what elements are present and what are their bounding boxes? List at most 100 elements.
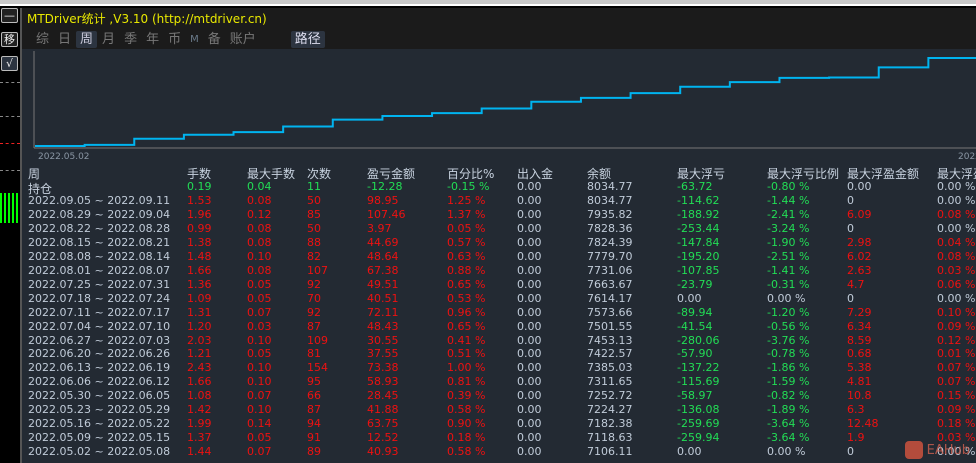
period-tabs: 综日周月季年币 M 备账户 路径	[32, 31, 326, 48]
cell-col-0: 2022.06.20 ~ 2022.06.26	[28, 347, 171, 361]
cell-col-6: 0.00	[517, 221, 542, 235]
cell-col-5: -0.15 %	[447, 180, 490, 193]
cell-col-3: 50	[307, 194, 321, 207]
cell-col-1: 1.21	[187, 347, 212, 361]
tab-9[interactable]: 账户	[226, 31, 260, 48]
cell-col-7: 7614.17	[587, 291, 633, 305]
cell-col-8: -63.72	[677, 180, 713, 193]
cell-col-8: -259.69	[677, 417, 720, 431]
cell-col-2: 0.03	[247, 319, 272, 333]
cell-col-3: 82	[307, 249, 321, 263]
minimize-button[interactable]: —	[1, 8, 18, 23]
cell-col-0: 2022.08.29 ~ 2022.09.04	[28, 207, 171, 221]
cell-col-3: 92	[307, 277, 321, 291]
cell-col-6: 0.00	[517, 319, 542, 333]
tab-path[interactable]: 路径	[290, 31, 325, 48]
cell-col-10: 6.09	[847, 207, 872, 221]
cell-col-1: 1.42	[187, 403, 212, 417]
equity-line	[35, 57, 976, 147]
cell-col-1: 0.99	[187, 221, 212, 235]
tab-5[interactable]: 年	[142, 31, 163, 48]
cell-col-4: 67.38	[367, 263, 399, 277]
cell-col-1: 1.99	[187, 417, 212, 431]
cell-col-10: 6.02	[847, 249, 872, 263]
cell-col-1: 1.66	[187, 375, 212, 389]
cell-col-10: 7.29	[847, 305, 872, 319]
cell-col-5: 0.58 %	[447, 445, 486, 459]
cell-col-5: 0.96 %	[447, 305, 486, 319]
cell-col-0: 2022.08.01 ~ 2022.08.07	[28, 263, 171, 277]
tab-3[interactable]: 月	[98, 31, 119, 48]
cell-col-1: 1.09	[187, 291, 212, 305]
background-candles	[0, 193, 18, 223]
cell-col-5: 1.00 %	[447, 361, 486, 375]
content-panel: 2022.05.022022 周手数最大手数次数盈亏金额百分比%出入金余额最大浮…	[22, 49, 976, 463]
cell-col-7: 8034.77	[587, 180, 633, 193]
watermark-text: EAHub	[926, 442, 970, 458]
cell-col-0: 2022.06.27 ~ 2022.07.03	[28, 333, 171, 347]
cell-col-6: 0.00	[517, 235, 542, 249]
tab-0[interactable]: 综	[32, 31, 53, 48]
tab-1[interactable]: 日	[54, 31, 75, 48]
cell-col-6: 0.00	[517, 277, 542, 291]
cell-col-9: -1.86 %	[767, 361, 810, 375]
cell-col-10: 1.9	[847, 431, 865, 445]
cell-col-7: 7118.63	[587, 431, 633, 445]
tab-6[interactable]: 币	[164, 31, 185, 48]
cell-col-7: 7501.55	[587, 319, 633, 333]
cell-col-2: 0.12	[247, 207, 272, 221]
cell-col-11: 0.15 %	[937, 389, 976, 403]
cell-col-4: -12.28	[367, 180, 403, 193]
cell-col-5: 0.18 %	[447, 431, 486, 445]
cell-col-5: 1.37 %	[447, 207, 486, 221]
cell-col-3: 70	[307, 291, 321, 305]
cell-col-4: 48.43	[367, 319, 399, 333]
cell-col-1: 1.44	[187, 445, 212, 459]
cell-col-11: 0.12 %	[937, 333, 976, 347]
move-button[interactable]: 移	[1, 32, 18, 47]
equity-chart: 2022.05.02 2022	[33, 51, 976, 162]
tab-7[interactable]: M	[186, 31, 203, 48]
cell-col-2: 0.05	[247, 431, 272, 445]
tab-4[interactable]: 季	[120, 31, 141, 48]
cell-col-5: 0.05 %	[447, 221, 486, 235]
x-tick-label: 2022	[958, 152, 976, 162]
cell-col-2: 0.04	[247, 180, 272, 193]
cell-col-3: 66	[307, 389, 321, 403]
cell-col-7: 7106.11	[587, 445, 633, 459]
cell-col-0: 2022.05.23 ~ 2022.05.29	[28, 403, 171, 417]
cell-col-11: 0.09 %	[937, 403, 976, 417]
tab-2[interactable]: 周	[76, 31, 98, 48]
top-border	[0, 0, 976, 6]
cell-col-2: 0.10	[247, 361, 272, 375]
cell-col-3: 11	[307, 180, 321, 193]
cell-col-9: -1.20 %	[767, 305, 810, 319]
stats-window: MTDriver统计 ,V3.10 (http://mtdriver.cn) 综…	[20, 8, 976, 463]
cell-col-2: 0.08	[247, 194, 272, 207]
cell-col-3: 87	[307, 319, 321, 333]
cell-col-3: 88	[307, 235, 321, 249]
cell-col-3: 92	[307, 305, 321, 319]
cell-col-8: -115.69	[677, 375, 720, 389]
cell-col-8: -41.54	[677, 319, 713, 333]
cell-col-4: 37.55	[367, 347, 399, 361]
cell-col-11: 0.07 %	[937, 375, 976, 389]
cell-col-10: 0.68	[847, 347, 872, 361]
chart-gridline	[0, 143, 20, 144]
cell-col-4: 98.95	[367, 194, 399, 207]
check-button[interactable]: √	[1, 56, 18, 71]
cell-col-9: -1.41 %	[767, 263, 810, 277]
chart-gridline	[0, 170, 20, 171]
cell-col-9: -0.31 %	[767, 277, 810, 291]
cell-col-9: -1.90 %	[767, 235, 810, 249]
watermark-logo-icon	[904, 441, 923, 459]
cell-col-3: 95	[307, 375, 321, 389]
cell-col-5: 0.57 %	[447, 235, 486, 249]
cell-col-4: 73.38	[367, 361, 399, 375]
cell-col-0: 2022.07.11 ~ 2022.07.17	[28, 305, 171, 319]
tab-8[interactable]: 备	[204, 31, 225, 48]
cell-col-10: 5.38	[847, 361, 872, 375]
cell-col-11: 0.18 %	[937, 417, 976, 431]
cell-col-0: 2022.07.25 ~ 2022.07.31	[28, 277, 171, 291]
cell-col-6: 0.00	[517, 445, 542, 459]
